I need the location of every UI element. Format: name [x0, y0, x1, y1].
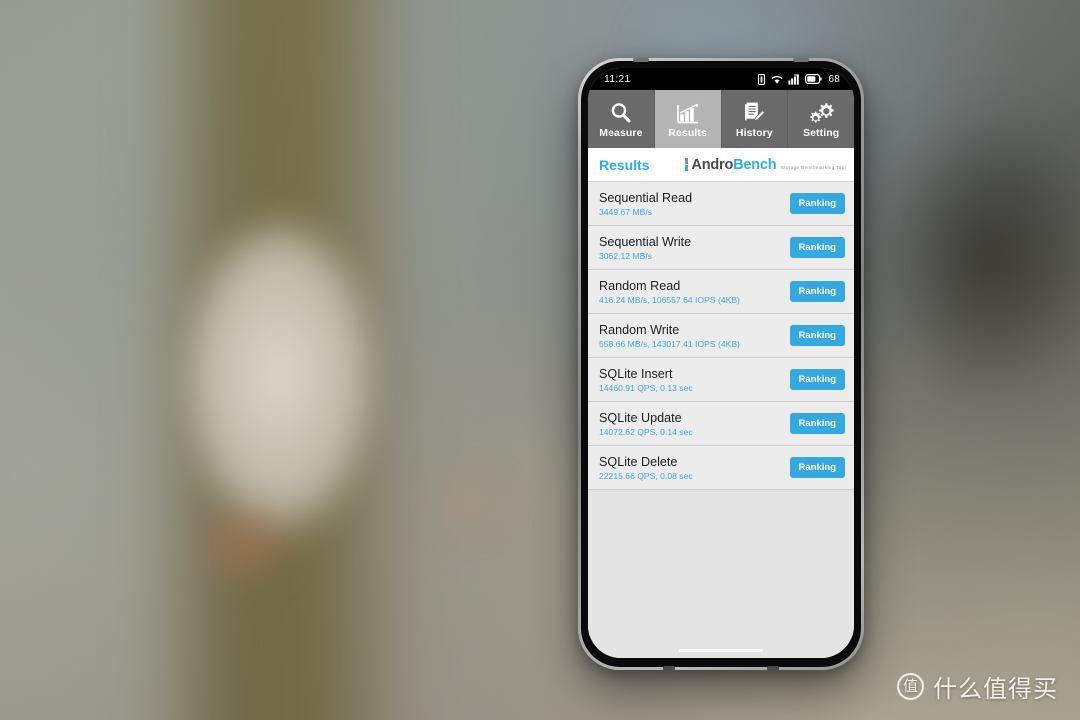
ranking-button[interactable]: Ranking: [789, 193, 845, 214]
benchmark-value: 14072.62 QPS, 0.14 sec: [599, 426, 693, 437]
tab-setting-label: Setting: [802, 126, 840, 139]
table-row[interactable]: SQLite Delete 22215.66 QPS, 0.08 sec Ran…: [588, 446, 854, 490]
ranking-button[interactable]: Ranking: [789, 457, 845, 478]
logo-tagline: Storage Benchmarking Tool: [780, 164, 846, 170]
ranking-button[interactable]: Ranking: [789, 369, 845, 390]
row-content: SQLite Update 14072.62 QPS, 0.14 sec: [599, 411, 693, 437]
frame-antenna-line-top-right: [793, 58, 809, 62]
logo-bars-icon: [684, 157, 689, 172]
table-row[interactable]: SQLite Insert 14460.91 QPS, 0.13 sec Ran…: [588, 358, 854, 402]
logo-word-andro: Andro: [691, 156, 734, 173]
table-row[interactable]: Random Read 416.24 MB/s, 106557.64 IOPS …: [588, 270, 854, 314]
ranking-button[interactable]: Ranking: [789, 237, 845, 258]
row-content: Sequential Write 3062.12 MB/s: [599, 235, 691, 261]
frame-antenna-line-top-left: [633, 58, 649, 62]
wifi-icon: [772, 75, 783, 84]
background-photo: [0, 0, 1080, 720]
list-empty-area: [588, 490, 854, 658]
benchmark-name: SQLite Insert: [599, 366, 673, 381]
table-row[interactable]: Sequential Write 3062.12 MB/s Ranking: [588, 226, 854, 270]
phone-device: 11:21 68 Measure Results History Setting…: [578, 58, 864, 671]
magnifier-icon: [609, 100, 633, 125]
battery-percent-label: 68: [828, 73, 840, 85]
androbench-logo: AndroBench Storage Benchmarking Tool: [684, 157, 846, 173]
benchmark-value: 558.66 MB/s, 143017.41 IOPS (4KB): [599, 338, 740, 349]
logo-word-bench: Bench: [733, 156, 777, 173]
status-bar: 11:21 68: [588, 68, 854, 90]
benchmark-value: 416.24 MB/s, 106557.64 IOPS (4KB): [599, 294, 740, 305]
benchmark-value: 14460.91 QPS, 0.13 sec: [599, 382, 693, 393]
benchmark-name: SQLite Delete: [599, 454, 678, 469]
table-row[interactable]: Random Write 558.66 MB/s, 143017.41 IOPS…: [588, 314, 854, 358]
benchmark-name: SQLite Update: [599, 410, 682, 425]
tab-results[interactable]: Results: [654, 90, 722, 148]
status-bar-icons: 68: [757, 73, 840, 85]
ranking-button[interactable]: Ranking: [789, 413, 845, 434]
phone-screen: 11:21 68 Measure Results History Setting…: [588, 68, 854, 658]
tab-results-label: Results: [668, 126, 707, 139]
status-bar-clock: 11:21: [604, 73, 631, 85]
row-content: SQLite Delete 22215.66 QPS, 0.08 sec: [599, 455, 693, 481]
logo-wordmark: AndroBench: [691, 157, 776, 173]
results-list[interactable]: Sequential Read 3449.67 MB/s Ranking Seq…: [588, 182, 854, 658]
tab-measure[interactable]: Measure: [588, 90, 655, 148]
benchmark-name: Random Write: [599, 322, 680, 337]
benchmark-value: 3449.67 MB/s: [599, 206, 653, 217]
frame-antenna-line-bottom-right: [767, 666, 779, 671]
document-pen-icon: [743, 100, 766, 125]
tab-history-label: History: [735, 126, 773, 139]
ranking-button[interactable]: Ranking: [789, 281, 845, 302]
benchmark-value: 3062.12 MB/s: [599, 250, 653, 261]
vibrate-icon: [758, 73, 766, 85]
signal-icon: [788, 73, 800, 85]
table-row[interactable]: Sequential Read 3449.67 MB/s Ranking: [588, 182, 854, 226]
bottom-navigation-tabs: Measure Results History Setting: [588, 90, 854, 148]
watermark: 值 什么值得买: [897, 669, 1058, 704]
logo-text: AndroBench Storage Benchmarking Tool: [691, 157, 846, 173]
frame-antenna-line-bottom-left: [663, 666, 675, 671]
benchmark-name: Sequential Read: [599, 190, 693, 205]
background-vignette: [0, 0, 1080, 720]
home-indicator[interactable]: [679, 648, 763, 652]
phone-bezel: 11:21 68 Measure Results History Setting…: [581, 58, 861, 671]
benchmark-name: Random Read: [599, 278, 681, 293]
benchmark-value: 22215.66 QPS, 0.08 sec: [599, 470, 693, 481]
row-content: Random Write 558.66 MB/s, 143017.41 IOPS…: [599, 323, 740, 349]
watermark-text: 什么值得买: [933, 676, 1058, 703]
tab-setting[interactable]: Setting: [788, 90, 854, 148]
results-header: Results AndroBench Storage Benchmarking …: [588, 148, 854, 182]
tab-measure-label: Measure: [599, 126, 643, 139]
table-row[interactable]: SQLite Update 14072.62 QPS, 0.14 sec Ran…: [588, 402, 854, 446]
battery-icon: [805, 74, 823, 84]
page-title: Results: [599, 156, 650, 173]
benchmark-name: Sequential Write: [599, 234, 692, 249]
watermark-logo-icon: 值: [897, 673, 924, 700]
row-content: Random Read 416.24 MB/s, 106557.64 IOPS …: [599, 279, 740, 305]
bar-chart-icon: [676, 100, 700, 125]
tab-history[interactable]: History: [721, 90, 789, 148]
ranking-button[interactable]: Ranking: [789, 325, 845, 346]
row-content: SQLite Insert 14460.91 QPS, 0.13 sec: [599, 367, 693, 393]
gears-icon: [809, 100, 834, 125]
row-content: Sequential Read 3449.67 MB/s: [599, 191, 692, 217]
